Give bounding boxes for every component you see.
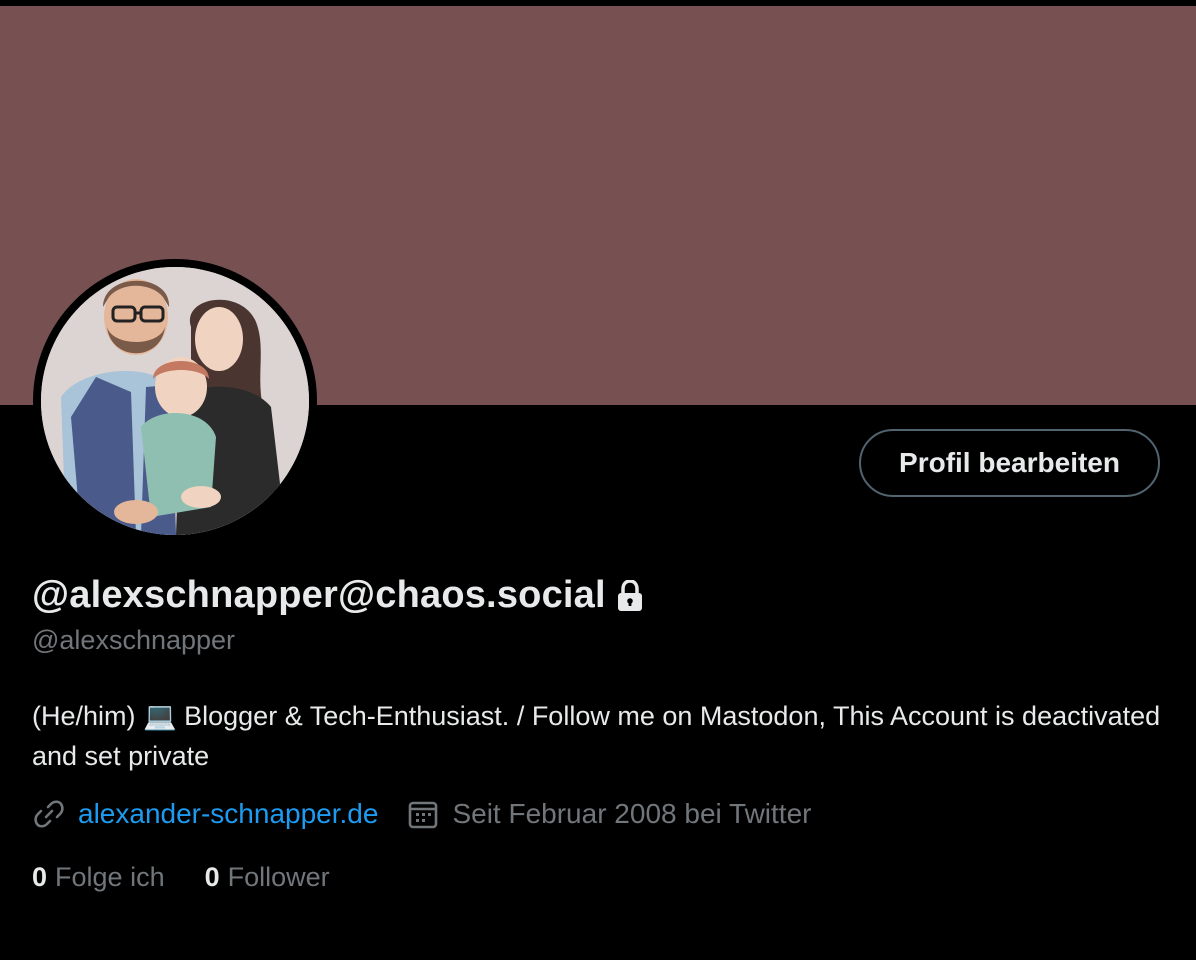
join-date: Seit Februar 2008 bei Twitter — [452, 798, 812, 829]
follow-counts: 0 Folge ich 0 Follower — [32, 862, 370, 893]
followers-label: Follower — [227, 862, 330, 892]
username-handle: @alexschnapper — [32, 625, 236, 655]
following-count: 0 — [32, 862, 48, 892]
avatar[interactable] — [41, 267, 309, 535]
website-link[interactable]: alexander-schnapper.de — [78, 798, 378, 830]
profile-bio: (He/him) 💻 Blogger & Tech-Enthusiast. / … — [32, 701, 1161, 771]
avatar-illustration — [41, 267, 309, 535]
edit-profile-button[interactable]: Profil bearbeiten — [859, 429, 1160, 497]
profile-meta: alexander-schnapper.de Seit Februar 2008… — [32, 797, 811, 831]
lock-icon — [616, 578, 644, 612]
display-name-row: @alexschnapper@chaos.social — [32, 574, 644, 617]
display-name: @alexschnapper@chaos.social — [32, 574, 606, 616]
calendar-icon — [406, 797, 440, 831]
followers-link[interactable]: 0 Follower — [205, 862, 330, 893]
followers-count: 0 — [204, 862, 220, 892]
link-icon — [32, 797, 66, 831]
following-label: Folge ich — [55, 862, 165, 892]
following-link[interactable]: 0 Folge ich — [32, 862, 165, 893]
